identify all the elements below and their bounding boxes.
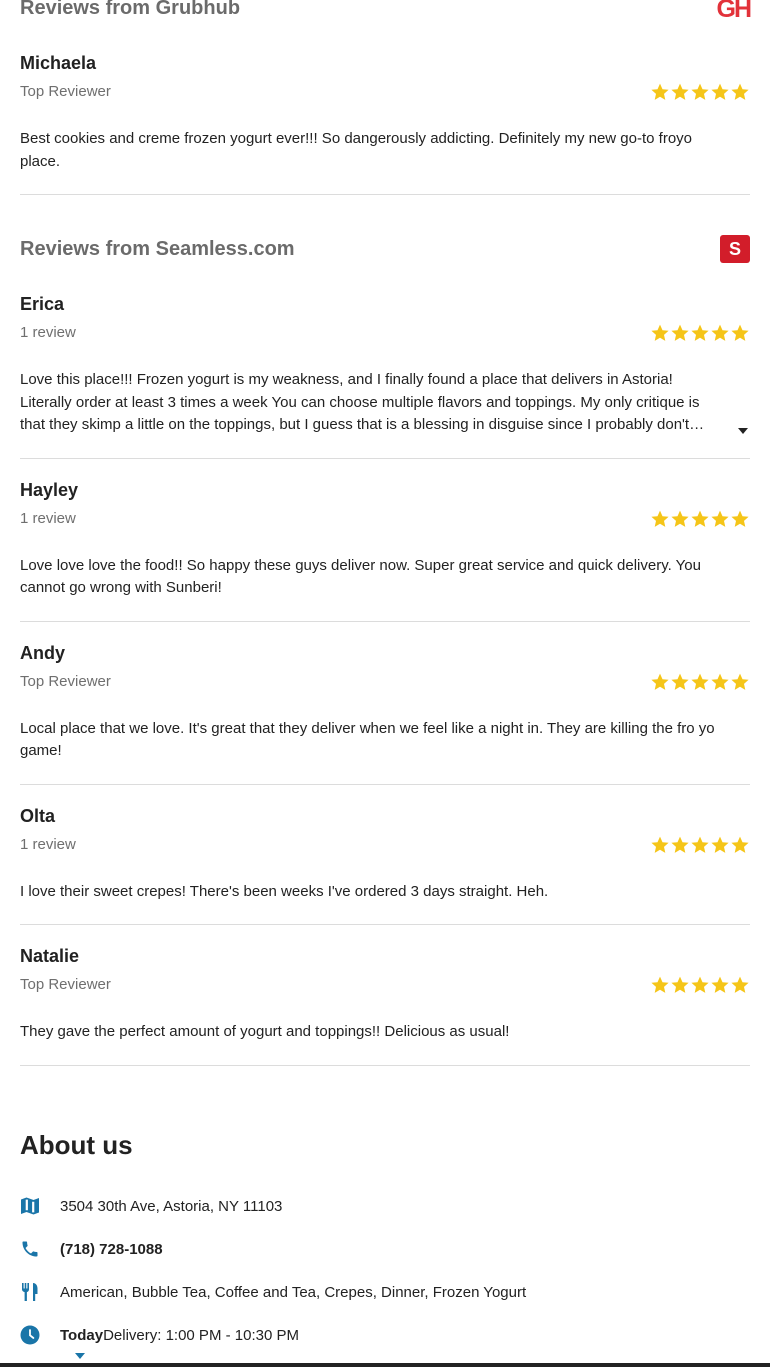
star-icon: [650, 509, 670, 529]
reviewer-meta-row: 1 review: [20, 509, 750, 529]
star-icon: [710, 323, 730, 343]
star-icon: [710, 509, 730, 529]
reviewer-meta: Top Reviewer: [20, 83, 111, 100]
review-card: Andy Top Reviewer Local place that we love…: [20, 622, 750, 785]
review-text: Love love love the food!! So happy these…: [20, 556, 701, 597]
phone-row[interactable]: (718) 728-1088: [20, 1239, 750, 1261]
address-row[interactable]: 3504 30th Ave, Astoria, NY 11103: [20, 1196, 750, 1218]
reviewer-meta: 1 review: [20, 324, 76, 341]
reviewer-name: Michaela: [20, 53, 97, 73]
grubhub-section-title: Reviews from Grubhub: [20, 0, 241, 19]
reviewer-meta: 1 review: [20, 509, 76, 527]
review-text: I love their sweet crepes! There's been …: [20, 882, 549, 900]
star-icon: [670, 509, 690, 529]
phone-number: (718) 728-1088: [60, 1240, 163, 1258]
star-icon: [670, 323, 690, 343]
fork-knife-icon: [20, 1282, 40, 1302]
address-text: 3504 30th Ave, Astoria, NY 11103: [60, 1197, 283, 1215]
star-icon: [650, 323, 670, 343]
map-icon: [20, 1196, 40, 1216]
seamless-logo: S: [720, 235, 750, 263]
about-us-title: About us: [20, 1129, 133, 1160]
reviewer-meta: Top Reviewer: [20, 672, 111, 690]
review-card: Hayley 1 review Love love love the food!! …: [20, 459, 750, 622]
star-icon: [650, 672, 670, 692]
star-rating: [650, 835, 750, 855]
star-icon: [670, 975, 690, 995]
star-rating: [650, 672, 750, 692]
star-icon: [670, 82, 690, 102]
star-icon: [670, 672, 690, 692]
reviewer-name: Natalie: [20, 946, 80, 966]
reviews-page: Reviews from Grubhub GH Michaela Top Revi…: [20, 0, 752, 1359]
star-icon: [730, 323, 750, 343]
seamless-section-title: Reviews from Seamless.com: [20, 238, 295, 260]
star-icon: [710, 82, 730, 102]
review-card: Olta 1 review I love their sweet crepes! T…: [20, 785, 750, 925]
reviewer-meta-row: 1 review: [20, 323, 750, 343]
hours-day: Today: [60, 1326, 104, 1344]
hours-detail: Delivery: 1:00 PM - 10:30 PM: [103, 1326, 299, 1344]
star-icon: [690, 835, 710, 855]
star-icon: [690, 672, 710, 692]
reviewer-meta: Top Reviewer: [20, 976, 111, 993]
star-icon: [730, 82, 750, 102]
star-icon: [730, 975, 750, 995]
star-icon: [690, 82, 710, 102]
review-text: Best cookies and creme frozen yogurt eve…: [20, 130, 693, 170]
clock-icon: [20, 1325, 40, 1345]
star-rating: [650, 975, 750, 995]
star-icon: [710, 672, 730, 692]
reviewer-meta-row: Top Reviewer: [20, 82, 750, 102]
star-icon: [710, 835, 730, 855]
expand-review-caret-icon[interactable]: [738, 427, 748, 434]
star-icon: [730, 835, 750, 855]
hours-expand-caret-icon[interactable]: [75, 1352, 85, 1359]
page-bottom-border: [0, 1363, 770, 1367]
reviewer-name: Erica: [20, 294, 65, 314]
star-icon: [690, 323, 710, 343]
review-text: Love this place!!! Frozen yogurt is my w…: [20, 371, 700, 433]
star-icon: [670, 835, 690, 855]
cuisines-text: American, Bubble Tea, Coffee and Tea, Cr…: [60, 1283, 527, 1301]
review-text: Local place that we love. It's great tha…: [20, 719, 715, 760]
star-icon: [650, 835, 670, 855]
reviewer-meta: 1 review: [20, 835, 76, 853]
hours-row[interactable]: TodayDelivery: 1:00 PM - 10:30 PM: [20, 1325, 750, 1359]
hours-text: TodayDelivery: 1:00 PM - 10:30 PM: [60, 1326, 299, 1346]
review-card: Natalie Top Reviewer They gave the perfect…: [20, 925, 750, 1066]
star-rating: [650, 82, 750, 102]
about-us-info: 3504 30th Ave, Astoria, NY 11103 (718) 7…: [20, 1196, 750, 1359]
seamless-review-list: Erica 1 review Love this place!!! Frozen y…: [20, 273, 750, 1066]
grubhub-logo: GH: [716, 0, 752, 23]
star-icon: [710, 975, 730, 995]
star-rating: [650, 323, 750, 343]
reviewer-meta-row: 1 review: [20, 835, 750, 855]
review-text: They gave the perfect amount of yogurt a…: [20, 1023, 510, 1040]
star-icon: [730, 509, 750, 529]
star-icon: [730, 672, 750, 692]
star-rating: [650, 509, 750, 529]
grubhub-review-list: Michaela Top Reviewer Best cookies and cre…: [20, 32, 750, 195]
reviewer-name: Olta: [20, 805, 56, 826]
reviewer-name: Andy: [20, 642, 65, 663]
star-icon: [690, 975, 710, 995]
review-card: Erica 1 review Love this place!!! Frozen y…: [20, 273, 750, 459]
star-icon: [650, 82, 670, 102]
phone-icon: [20, 1239, 40, 1259]
star-icon: [690, 509, 710, 529]
reviewer-meta-row: Top Reviewer: [20, 672, 750, 692]
reviewer-name: Hayley: [20, 479, 79, 500]
cuisines-row: American, Bubble Tea, Coffee and Tea, Cr…: [20, 1282, 750, 1304]
review-card: Michaela Top Reviewer Best cookies and cre…: [20, 32, 750, 195]
star-icon: [650, 975, 670, 995]
reviewer-meta-row: Top Reviewer: [20, 975, 750, 995]
